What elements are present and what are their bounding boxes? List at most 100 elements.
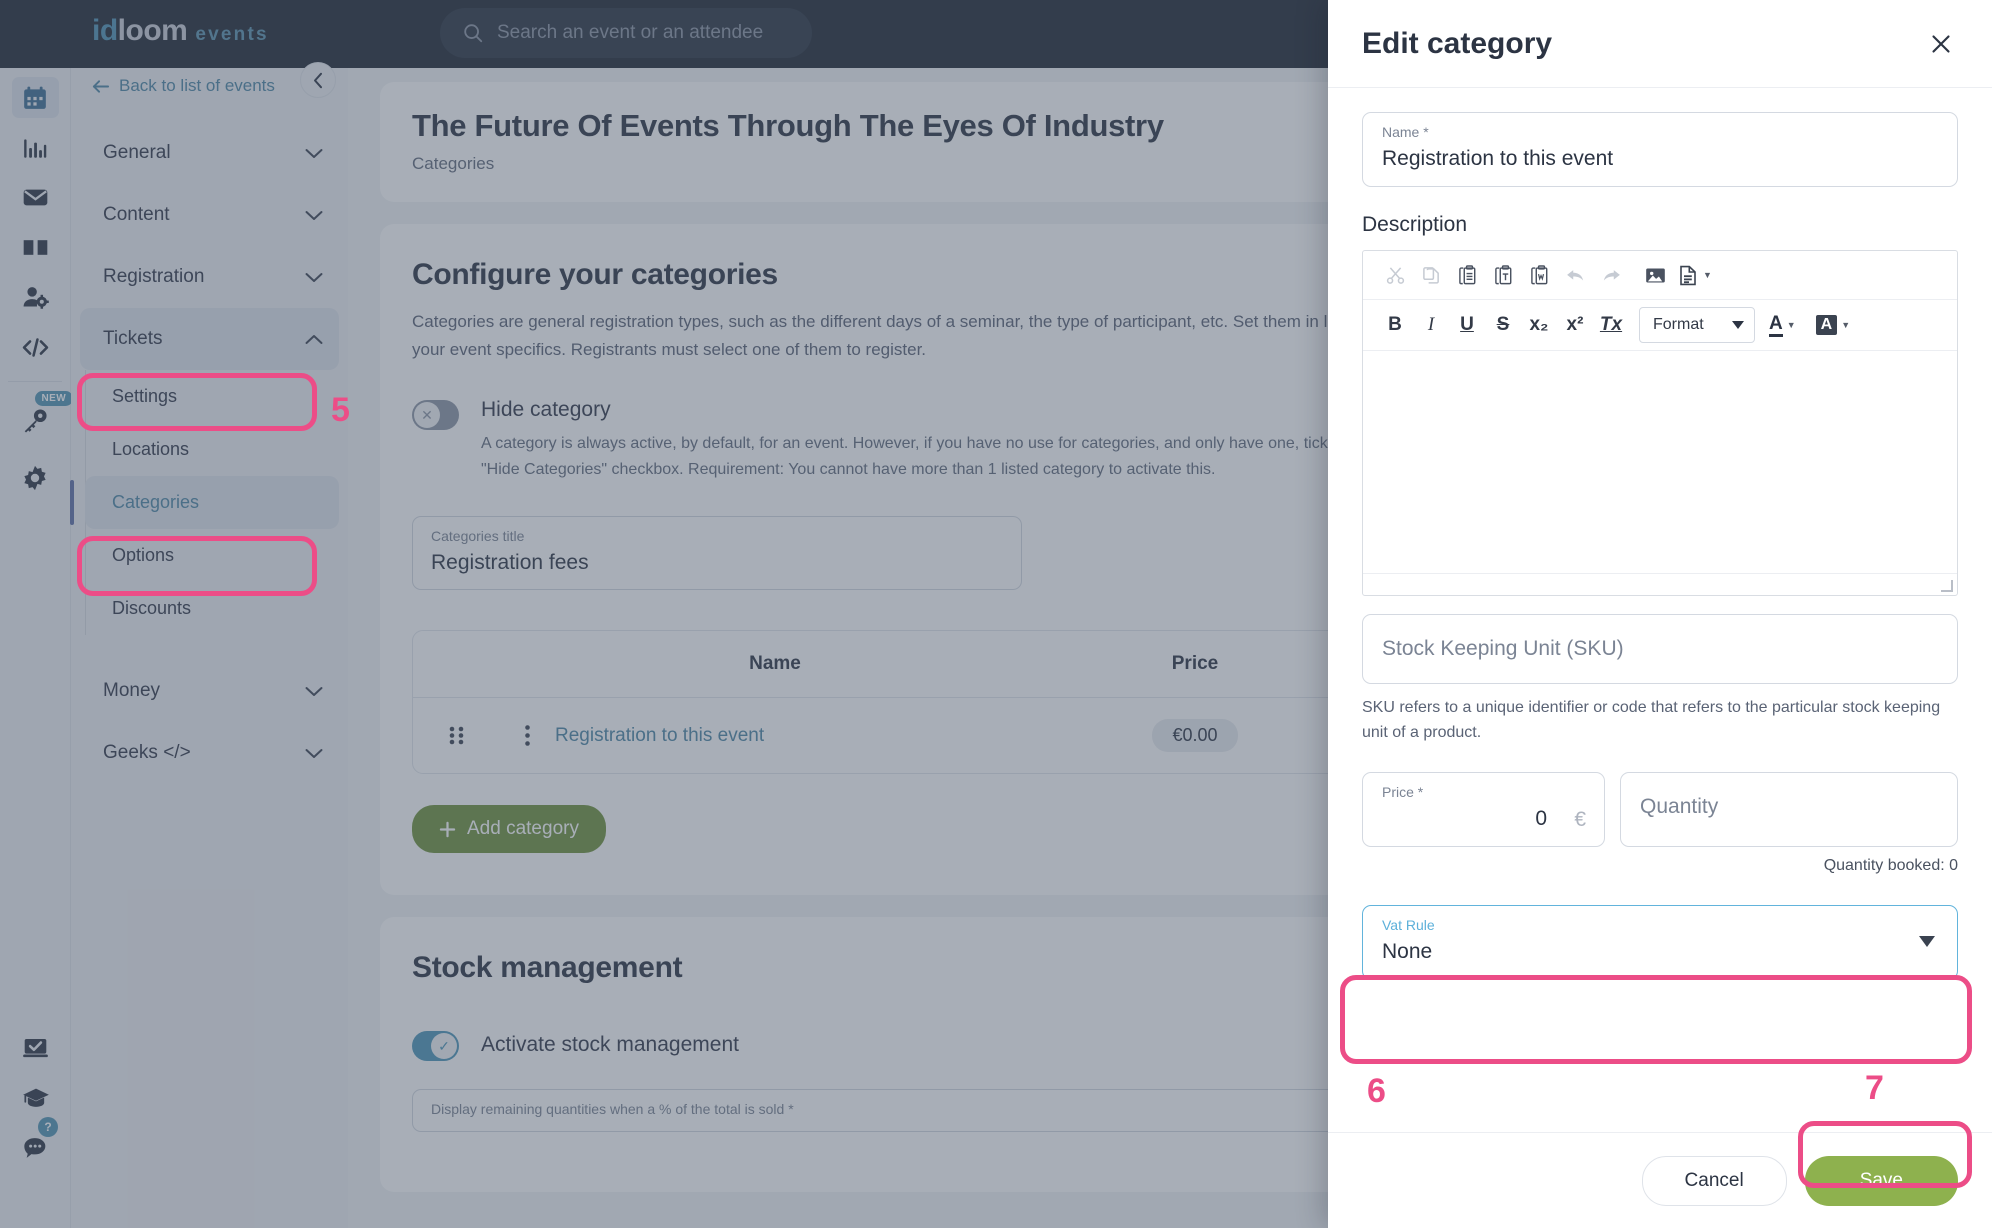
rail-item-calendar[interactable] xyxy=(11,77,59,118)
vat-rule-label: Vat Rule xyxy=(1382,916,1435,933)
sidebar-item-discounts[interactable]: Discounts xyxy=(85,582,339,635)
user-settings-icon xyxy=(23,287,49,309)
column-header-name: Name xyxy=(749,653,801,675)
category-name-link[interactable]: Registration to this event xyxy=(555,725,764,746)
price-quantity-row: Price * 0 € Quantity xyxy=(1362,771,1958,847)
paste-word-icon xyxy=(1530,265,1547,285)
drawer-footer: Cancel Save xyxy=(1328,1132,1992,1228)
save-button[interactable]: Save xyxy=(1804,1155,1958,1206)
templates-button[interactable]: ▼ xyxy=(1673,258,1718,292)
insert-image-button[interactable] xyxy=(1637,258,1673,292)
nav-group-label: Tickets xyxy=(103,328,163,349)
categories-title-value: Registration fees xyxy=(431,551,589,575)
logo-loom: loom xyxy=(117,14,188,47)
app-logo[interactable]: idloom events xyxy=(92,14,269,48)
nav-group-geeks[interactable]: Geeks </> xyxy=(80,722,339,784)
sidebar-item-options[interactable]: Options xyxy=(85,529,339,582)
chat-icon xyxy=(23,1137,45,1158)
undo-button[interactable] xyxy=(1557,258,1593,292)
bold-button[interactable]: B xyxy=(1377,308,1413,342)
rail-item-settings[interactable] xyxy=(12,457,59,498)
drawer-body: Name * Registration to this event Descri… xyxy=(1328,88,1992,1132)
search-input[interactable]: Search an event or an attendee xyxy=(440,8,812,58)
background-color-icon: A xyxy=(1815,315,1838,335)
price-field[interactable]: Price * 0 € xyxy=(1362,771,1605,847)
rail-item-attendees[interactable] xyxy=(12,277,59,318)
category-name-field[interactable]: Name * Registration to this event xyxy=(1362,112,1958,187)
nav-group-tickets[interactable]: Tickets xyxy=(80,308,339,370)
sku-field[interactable]: Stock Keeping Unit (SKU) xyxy=(1362,614,1958,684)
strikethrough-button[interactable]: S xyxy=(1485,308,1521,342)
paste-from-word-button[interactable] xyxy=(1521,258,1557,292)
vat-rule-select[interactable]: Vat Rule None xyxy=(1362,904,1958,980)
rail-item-access[interactable]: NEW xyxy=(12,391,74,441)
sidebar-item-locations[interactable]: Locations xyxy=(85,423,339,476)
nav-group-registration[interactable]: Registration xyxy=(80,246,339,308)
section-description: Categories are general registration type… xyxy=(412,312,1385,360)
logo-events: events xyxy=(195,24,269,45)
background-color-button[interactable]: A ▼ xyxy=(1810,315,1856,335)
cancel-button[interactable]: Cancel xyxy=(1641,1155,1787,1206)
redo-icon xyxy=(1603,269,1620,281)
copy-button[interactable] xyxy=(1413,258,1449,292)
rail-item-statistics[interactable] xyxy=(12,127,59,168)
sidebar-item-settings[interactable]: Settings xyxy=(85,370,339,423)
description-editor-area[interactable] xyxy=(1363,351,1957,573)
vat-rule-value: None xyxy=(1382,939,1433,963)
paste-button[interactable] xyxy=(1449,258,1485,292)
inbox-check-icon xyxy=(23,1038,48,1058)
underline-button[interactable]: U xyxy=(1449,308,1485,342)
kebab-menu-icon xyxy=(524,725,530,747)
chevron-down-icon xyxy=(305,748,323,758)
chevron-down-icon xyxy=(305,272,323,282)
row-menu-button[interactable] xyxy=(499,724,555,747)
chevron-left-icon xyxy=(313,72,322,88)
description-rich-text-editor: ▼ B I U S x₂ x² Tx Format A ▼ A ▼ xyxy=(1362,250,1958,596)
text-color-button[interactable]: A ▼ xyxy=(1763,314,1802,337)
nav-group-general[interactable]: General xyxy=(80,122,339,184)
chevron-down-icon xyxy=(1732,321,1744,329)
activate-stock-toggle[interactable]: ✓ xyxy=(412,1031,459,1062)
resize-handle[interactable] xyxy=(1941,580,1953,592)
add-category-button[interactable]: Add category xyxy=(412,805,606,854)
subscript-button[interactable]: x₂ xyxy=(1521,308,1557,342)
plus-icon xyxy=(439,821,456,837)
search-placeholder: Search an event or an attendee xyxy=(497,22,764,43)
nav-group-label: Money xyxy=(103,680,161,701)
rail-item-emails[interactable] xyxy=(12,177,59,218)
drawer-header: Edit category xyxy=(1328,0,1992,88)
italic-button[interactable]: I xyxy=(1413,308,1449,342)
search-icon xyxy=(464,24,483,43)
nav-group-money[interactable]: Money xyxy=(80,660,339,722)
drag-handle[interactable] xyxy=(413,725,499,746)
image-icon xyxy=(1645,267,1665,283)
toggle-knob: ✓ xyxy=(431,1033,457,1060)
sidebar-item-categories[interactable]: Categories xyxy=(70,476,339,529)
rail-item-tasks[interactable] xyxy=(12,1027,59,1068)
back-to-events-link[interactable]: Back to list of events xyxy=(91,76,275,96)
close-drawer-button[interactable] xyxy=(1924,27,1958,61)
remove-format-button[interactable]: Tx xyxy=(1593,308,1629,342)
rail-item-academy[interactable] xyxy=(12,1077,59,1118)
drawer-title: Edit category xyxy=(1362,26,1553,60)
nav-group-label: Geeks </> xyxy=(103,742,191,763)
hide-category-text: Hide category A category is always activ… xyxy=(481,398,1381,482)
format-select[interactable]: Format xyxy=(1639,307,1755,343)
rail-divider xyxy=(8,381,62,382)
rail-item-library[interactable] xyxy=(12,227,59,268)
categories-title-field[interactable]: Categories title Registration fees xyxy=(412,516,1022,591)
rail-item-support[interactable]: ? xyxy=(12,1117,59,1168)
superscript-button[interactable]: x² xyxy=(1557,308,1593,342)
redo-button[interactable] xyxy=(1593,258,1629,292)
paste-as-plain-text-button[interactable] xyxy=(1485,258,1521,292)
nav-group-content[interactable]: Content xyxy=(80,184,339,246)
rail-item-developers[interactable] xyxy=(12,327,59,368)
quantity-field[interactable]: Quantity xyxy=(1620,771,1958,847)
collapse-sidebar-button[interactable] xyxy=(300,62,336,98)
hide-category-toggle[interactable]: ✕ xyxy=(412,400,459,431)
chevron-down-icon: ▼ xyxy=(1703,270,1712,280)
nav-item-label: Options xyxy=(112,545,175,565)
cut-button[interactable] xyxy=(1377,258,1413,292)
quantity-placeholder: Quantity xyxy=(1640,795,1719,819)
paste-text-icon xyxy=(1494,265,1511,285)
